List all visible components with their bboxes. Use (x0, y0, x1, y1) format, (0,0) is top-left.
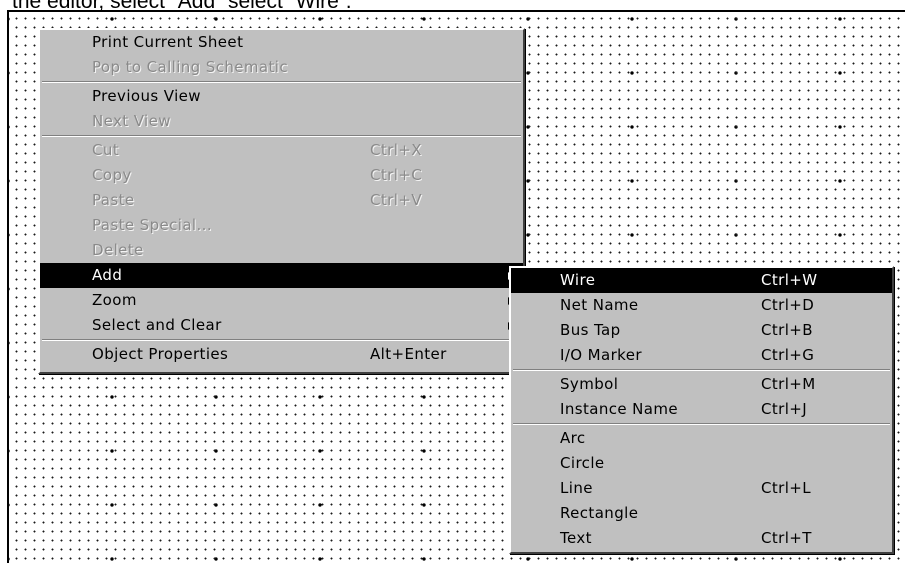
menu-item-shortcut: Ctrl+J (761, 400, 808, 418)
menu-item-label: Net Name (560, 296, 639, 314)
menu-item-previous-view[interactable]: Previous View (40, 84, 523, 109)
submenu-item-text[interactable]: Text Ctrl+T (511, 526, 892, 551)
menu-item-shortcut: Ctrl+W (761, 271, 818, 289)
submenu-item-instance-name[interactable]: Instance Name Ctrl+J (511, 397, 892, 422)
submenu-item-line[interactable]: Line Ctrl+L (511, 476, 892, 501)
menu-separator (42, 339, 521, 341)
menu-item-cut[interactable]: Cut Ctrl+X (40, 138, 523, 163)
menu-item-label: Paste (92, 191, 135, 209)
menu-item-label: Paste Special... (92, 216, 213, 234)
menu-item-shortcut: Ctrl+X (370, 141, 422, 159)
menu-item-label: Line (560, 479, 593, 497)
menu-separator (513, 423, 890, 425)
menu-item-next-view[interactable]: Next View (40, 109, 523, 134)
menu-item-add[interactable]: Add (40, 263, 523, 288)
menu-item-label: Delete (92, 241, 144, 259)
submenu-item-arc[interactable]: Arc (511, 426, 892, 451)
menu-item-label: Wire (560, 271, 596, 289)
menu-item-shortcut: Alt+Enter (370, 345, 447, 363)
menu-item-zoom[interactable]: Zoom (40, 288, 523, 313)
submenu-item-circle[interactable]: Circle (511, 451, 892, 476)
menu-item-shortcut: Ctrl+V (370, 191, 422, 209)
submenu-item-bus-tap[interactable]: Bus Tap Ctrl+B (511, 318, 892, 343)
menu-item-select-and-clear[interactable]: Select and Clear (40, 313, 523, 338)
menu-item-label: Zoom (92, 291, 137, 309)
menu-item-label: Bus Tap (560, 321, 621, 339)
menu-item-shortcut: Ctrl+L (761, 479, 812, 497)
menu-item-shortcut: Ctrl+M (761, 375, 816, 393)
add-submenu: Wire Ctrl+W Net Name Ctrl+D Bus Tap Ctrl… (509, 266, 894, 554)
submenu-item-wire[interactable]: Wire Ctrl+W (511, 268, 892, 293)
menu-separator (42, 135, 521, 137)
menu-item-delete[interactable]: Delete (40, 238, 523, 263)
submenu-item-net-name[interactable]: Net Name Ctrl+D (511, 293, 892, 318)
menu-item-object-properties[interactable]: Object Properties Alt+Enter (40, 342, 523, 367)
menu-item-label: Add (92, 266, 123, 284)
menu-item-label: Text (560, 529, 592, 547)
menu-item-label: Print Current Sheet (92, 33, 244, 51)
menu-item-print-current-sheet[interactable]: Print Current Sheet (40, 30, 523, 55)
menu-item-label: Select and Clear (92, 316, 222, 334)
menu-item-label: Pop to Calling Schematic (92, 58, 288, 76)
submenu-item-symbol[interactable]: Symbol Ctrl+M (511, 372, 892, 397)
menu-item-label: Cut (92, 141, 120, 159)
submenu-item-io-marker[interactable]: I/O Marker Ctrl+G (511, 343, 892, 368)
menu-item-label: Arc (560, 429, 586, 447)
menu-item-paste[interactable]: Paste Ctrl+V (40, 188, 523, 213)
menu-item-label: Symbol (560, 375, 619, 393)
menu-item-shortcut: Ctrl+G (761, 346, 815, 364)
menu-item-label: Copy (92, 166, 132, 184)
menu-item-label: Next View (92, 112, 171, 130)
menu-item-label: Object Properties (92, 345, 229, 363)
submenu-item-rectangle[interactable]: Rectangle (511, 501, 892, 526)
menu-item-paste-special[interactable]: Paste Special... (40, 213, 523, 238)
menu-item-label: Instance Name (560, 400, 679, 418)
menu-item-shortcut: Ctrl+C (370, 166, 423, 184)
context-menu: Print Current Sheet Pop to Calling Schem… (38, 28, 525, 374)
menu-item-label: Previous View (92, 87, 201, 105)
menu-item-shortcut: Ctrl+T (761, 529, 812, 547)
menu-item-label: Rectangle (560, 504, 639, 522)
menu-separator (42, 81, 521, 83)
menu-item-pop-to-calling-schematic[interactable]: Pop to Calling Schematic (40, 55, 523, 80)
menu-item-copy[interactable]: Copy Ctrl+C (40, 163, 523, 188)
menu-separator (513, 369, 890, 371)
menu-item-shortcut: Ctrl+D (761, 296, 815, 314)
menu-item-label: I/O Marker (560, 346, 642, 364)
menu-item-label: Circle (560, 454, 605, 472)
menu-item-shortcut: Ctrl+B (761, 321, 813, 339)
